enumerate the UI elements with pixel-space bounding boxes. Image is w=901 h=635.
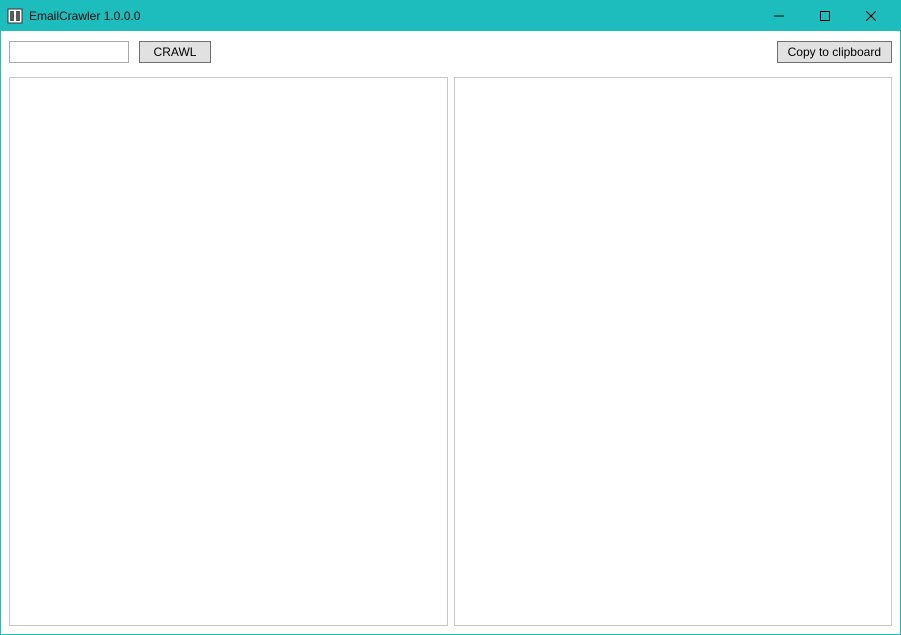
copy-to-clipboard-button[interactable]: Copy to clipboard bbox=[777, 41, 892, 63]
toolbar: CRAWL Copy to clipboard bbox=[1, 31, 900, 73]
app-icon bbox=[7, 8, 23, 24]
titlebar[interactable]: EmailCrawler 1.0.0.0 bbox=[1, 1, 900, 31]
left-panel[interactable] bbox=[9, 77, 448, 626]
crawl-button[interactable]: CRAWL bbox=[139, 41, 211, 63]
minimize-button[interactable] bbox=[756, 1, 802, 31]
content-panels bbox=[1, 73, 900, 634]
app-window: EmailCrawler 1.0.0.0 CRAWL bbox=[0, 0, 901, 635]
close-button[interactable] bbox=[848, 1, 894, 31]
window-controls bbox=[756, 1, 894, 31]
window-title: EmailCrawler 1.0.0.0 bbox=[29, 9, 140, 23]
maximize-button[interactable] bbox=[802, 1, 848, 31]
url-input[interactable] bbox=[9, 41, 129, 63]
right-panel[interactable] bbox=[454, 77, 893, 626]
